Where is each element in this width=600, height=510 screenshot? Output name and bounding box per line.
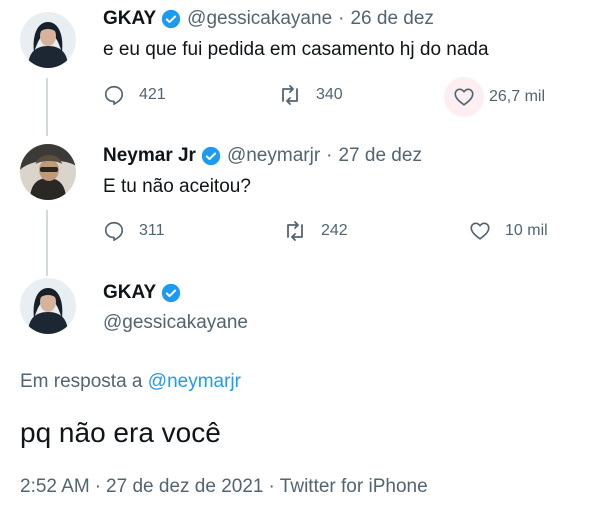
author-handle[interactable]: @neymarjr xyxy=(227,145,320,167)
main-tweet: GKAY @gessicakayane Em resposta a @neyma… xyxy=(0,276,600,510)
separator-dot: · xyxy=(338,8,345,29)
retweet-button[interactable]: 340 xyxy=(278,84,343,106)
author-handle[interactable]: @gessicakayane xyxy=(103,312,248,334)
reply-button[interactable]: 311 xyxy=(103,220,165,242)
tweet-text: e eu que fui pedida em casamento hj do n… xyxy=(103,39,489,60)
verified-badge-icon xyxy=(201,146,221,166)
author-name[interactable]: Neymar Jr xyxy=(103,145,196,167)
heart-icon xyxy=(469,220,491,242)
tweet-text: pq não era você xyxy=(20,417,221,448)
tweet-full-date[interactable]: 27 de dez de 2021 xyxy=(106,476,263,497)
reply-count: 311 xyxy=(139,222,165,239)
tweet-text: E tu não aceitou? xyxy=(103,176,251,197)
like-button[interactable]: 10 mil xyxy=(469,220,548,242)
reply-to-link[interactable]: @neymarjr xyxy=(148,371,241,392)
reply-count: 421 xyxy=(139,86,166,103)
author-name[interactable]: GKAY xyxy=(103,282,156,304)
verified-badge-icon xyxy=(161,283,181,303)
reply-icon xyxy=(103,84,125,106)
heart-icon xyxy=(444,77,484,117)
tweet-actions: 311 242 10 mil xyxy=(103,220,583,246)
verified-badge-icon xyxy=(161,9,181,29)
avatar[interactable] xyxy=(20,278,76,334)
tweet-meta: 2:52 AM · 27 de dez de 2021 · Twitter for iP… xyxy=(20,476,428,498)
reply-prefix: Em resposta a xyxy=(20,371,143,392)
like-count: 26,7 mil xyxy=(489,88,546,105)
avatar[interactable] xyxy=(20,144,76,200)
retweet-button[interactable]: 242 xyxy=(283,220,348,242)
like-button[interactable]: 26,7 mil xyxy=(444,77,546,117)
reply-icon xyxy=(103,220,125,242)
reply-context: Em resposta a @neymarjr xyxy=(20,371,241,393)
retweet-icon xyxy=(278,84,302,106)
tweet-actions: 421 340 26,7 mil xyxy=(103,77,583,117)
avatar[interactable] xyxy=(20,12,76,68)
retweet-count: 242 xyxy=(321,222,348,239)
tweet-date[interactable]: 26 de dez xyxy=(350,8,433,30)
reply-button[interactable]: 421 xyxy=(103,84,166,106)
tweet-date[interactable]: 27 de dez xyxy=(338,145,421,167)
like-count: 10 mil xyxy=(505,222,548,239)
tweet-time[interactable]: 2:52 AM xyxy=(20,476,90,497)
author-name[interactable]: GKAY xyxy=(103,8,156,30)
retweet-count: 340 xyxy=(316,86,343,103)
tweet-source[interactable]: Twitter for iPhone xyxy=(280,476,428,497)
separator-dot: · xyxy=(94,476,102,497)
retweet-icon xyxy=(283,220,307,242)
tweet[interactable]: GKAY @gessicakayane · 26 de dez e eu que… xyxy=(0,0,600,120)
separator-dot: · xyxy=(268,476,275,497)
author-handle[interactable]: @gessicakayane xyxy=(187,8,332,30)
tweet[interactable]: Neymar Jr @neymarjr · 27 de dez E tu não… xyxy=(0,138,600,258)
separator-dot: · xyxy=(326,145,333,166)
